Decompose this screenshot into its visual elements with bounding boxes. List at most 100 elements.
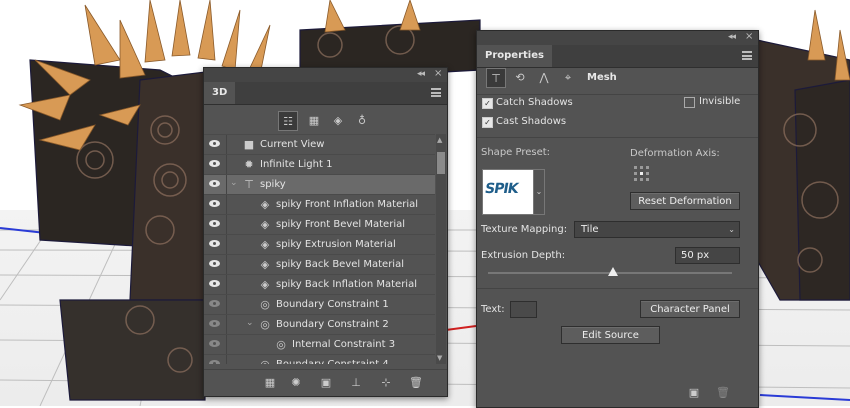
eye-icon <box>209 280 220 287</box>
extrusion-depth-knob[interactable] <box>608 267 618 276</box>
layer-row[interactable]: ◎ Boundary Constraint 1 <box>204 294 435 314</box>
new-light-icon[interactable]: ✺ <box>288 375 304 391</box>
shape-preset-thumb-text: SPIK <box>483 181 519 197</box>
close-icon[interactable]: × <box>434 68 442 79</box>
texture-mapping-select[interactable]: Tile ⌄ <box>574 221 740 238</box>
render-icon[interactable]: ▣ <box>318 375 334 391</box>
properties-menu-icon[interactable] <box>742 51 752 60</box>
panel-menu-icon[interactable] <box>431 88 441 97</box>
layer-label: Internal Constraint 3 <box>292 339 396 350</box>
chevron-down-icon[interactable]: ⌄ <box>230 178 238 188</box>
layer-label: spiky Back Bevel Material <box>276 259 404 270</box>
material-filter-icon[interactable]: ◈ <box>328 111 348 131</box>
cap-tab-icon[interactable]: ⋀ <box>534 68 554 88</box>
layer-row[interactable]: ◈ spiky Back Bevel Material <box>204 254 435 274</box>
scroll-down-icon[interactable]: ▼ <box>437 354 442 362</box>
layer-row[interactable]: ◈ spiky Front Inflation Material <box>204 194 435 214</box>
layer-row[interactable]: ⌄ ⊤ spiky <box>204 174 435 194</box>
visibility-toggle[interactable] <box>204 355 227 364</box>
x-axis-line <box>445 325 477 331</box>
constraint-icon: ◎ <box>276 338 286 351</box>
layer-label: Boundary Constraint 1 <box>276 299 389 310</box>
text-color-swatch[interactable] <box>510 301 537 318</box>
constraint-icon: ◎ <box>260 318 270 331</box>
eye-icon <box>209 240 220 247</box>
invisible-label: Invisible <box>699 96 741 107</box>
layer-row[interactable]: ◎ Boundary Constraint 4 <box>204 354 435 364</box>
layer-row[interactable]: ◎ Internal Constraint 3 <box>204 334 435 354</box>
layer-scrollbar[interactable]: ▲ ▼ <box>436 134 446 364</box>
visibility-toggle[interactable] <box>204 135 227 154</box>
visibility-toggle[interactable] <box>204 295 227 314</box>
scene-filter-icon[interactable]: ☷ <box>278 111 298 131</box>
shape-preset-dropdown-icon[interactable]: ⌄ <box>533 169 545 215</box>
scroll-up-icon[interactable]: ▲ <box>437 136 442 144</box>
collapse-icon[interactable]: ◂◂ <box>728 32 736 42</box>
layer-row[interactable]: ⌄ ◎ Boundary Constraint 2 <box>204 314 435 334</box>
reset-deformation-button[interactable]: Reset Deformation <box>630 192 740 210</box>
light-filter-icon[interactable]: ♁ <box>352 111 372 131</box>
constraint-icon: ◎ <box>258 358 272 364</box>
divider <box>477 137 758 138</box>
visibility-toggle[interactable] <box>204 235 227 254</box>
properties-panel: ◂◂ × Properties ⊤ ⟲ ⋀ ⌖ Mesh ✓ Catch Sha… <box>476 30 759 408</box>
eye-icon <box>209 180 220 187</box>
layer-row[interactable]: ◈ spiky Front Bevel Material <box>204 214 435 234</box>
visibility-toggle[interactable] <box>204 175 227 194</box>
layer-row[interactable]: ◈ spiky Back Inflation Material <box>204 274 435 294</box>
scroll-thumb[interactable] <box>437 152 445 174</box>
texture-mapping-label: Texture Mapping: <box>481 224 568 235</box>
properties-topbar[interactable]: ◂◂ × <box>477 31 758 45</box>
layer-row[interactable]: ◈ spiky Extrusion Material <box>204 234 435 254</box>
close-icon[interactable]: × <box>745 31 753 42</box>
visibility-toggle[interactable] <box>204 315 227 334</box>
add-constraint-icon[interactable]: ⊹ <box>378 375 394 391</box>
cast-shadows-checkbox[interactable]: ✓ <box>482 117 493 128</box>
visibility-toggle[interactable] <box>204 195 227 214</box>
layer-row[interactable]: ■ Current View <box>204 134 435 154</box>
layer-row[interactable]: ✹ Infinite Light 1 <box>204 154 435 174</box>
extrusion-depth-field[interactable]: 50 px <box>675 247 740 264</box>
deform-tab-icon[interactable]: ⟲ <box>510 68 530 88</box>
edit-source-button[interactable]: Edit Source <box>561 326 660 344</box>
material-icon: ◈ <box>260 278 270 291</box>
catch-shadows-checkbox[interactable]: ✓ <box>482 98 493 109</box>
visibility-toggle[interactable] <box>204 215 227 234</box>
render-icon[interactable]: ▣ <box>686 385 702 401</box>
layer-list: ■ Current View ✹ Infinite Light 1 ⌄ ⊤ spiky ◈ sp… <box>204 134 435 364</box>
chevron-down-icon[interactable]: ⌄ <box>246 318 254 328</box>
visibility-toggle[interactable] <box>204 275 227 294</box>
tab-3d[interactable]: 3D <box>204 82 236 104</box>
mesh-filter-icon[interactable]: ▦ <box>304 111 324 131</box>
shape-preset-thumbnail[interactable]: SPIK <box>482 169 534 215</box>
layer-label: Boundary Constraint 4 <box>276 359 389 364</box>
layer-label: spiky Extrusion Material <box>276 239 396 250</box>
shape-preset-label: Shape Preset: <box>481 147 551 158</box>
delete-icon[interactable]: 🗑 <box>408 375 424 391</box>
tab-properties[interactable]: Properties <box>477 45 552 67</box>
material-icon: ◈ <box>260 218 270 231</box>
panel-3d-tabrow: 3D <box>204 82 447 105</box>
active-tab-label: Mesh <box>587 72 617 83</box>
eye-icon <box>209 160 220 167</box>
visibility-toggle[interactable] <box>204 335 227 354</box>
ground-plane-icon[interactable]: ⊥ <box>348 375 364 391</box>
visibility-toggle[interactable] <box>204 155 227 174</box>
filter-toolbar: ☷ ▦ ◈ ♁ <box>204 105 447 135</box>
invisible-checkbox[interactable] <box>684 97 695 108</box>
layer-label: Current View <box>260 139 325 150</box>
collapse-icon[interactable]: ◂◂ <box>417 69 425 79</box>
coordinates-tab-icon[interactable]: ⌖ <box>558 68 578 88</box>
properties-tabrow: Properties <box>477 45 758 68</box>
new-mesh-icon[interactable]: ▦ <box>262 375 278 391</box>
eye-icon <box>209 260 220 267</box>
character-panel-button[interactable]: Character Panel <box>640 300 740 318</box>
mesh-tab-icon[interactable]: ⊤ <box>486 68 506 88</box>
deformation-axis-widget[interactable] <box>634 166 652 184</box>
panel-3d-topbar[interactable]: ◂◂ × <box>204 68 447 82</box>
chevron-down-icon: ⌄ <box>728 225 735 234</box>
material-icon: ◈ <box>260 238 270 251</box>
constraint-icon: ◎ <box>260 298 270 311</box>
visibility-toggle[interactable] <box>204 255 227 274</box>
layer-label: spiky Back Inflation Material <box>276 279 417 290</box>
